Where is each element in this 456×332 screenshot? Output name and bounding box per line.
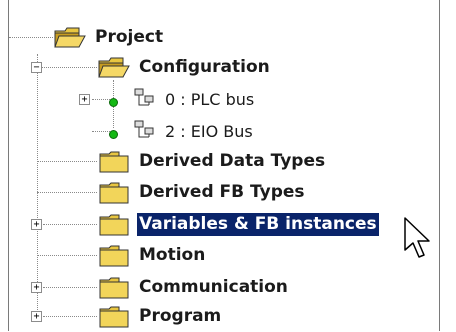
- tree-item-label: Derived FB Types: [139, 182, 305, 202]
- open-folder-icon: [98, 57, 130, 78]
- tree-item-communication[interactable]: + Communication: [9, 272, 439, 303]
- expand-toggle[interactable]: +: [79, 94, 90, 105]
- tree-item-derived-fb-types[interactable]: Derived FB Types: [9, 177, 439, 208]
- mouse-pointer-icon: [404, 217, 430, 258]
- status-dot-icon: [109, 130, 118, 139]
- tree-item-plc-bus[interactable]: + 0 : PLC bus: [9, 84, 439, 115]
- tree-item-label: Motion: [139, 245, 206, 265]
- tree-item-project[interactable]: Project: [9, 22, 439, 53]
- tree-item-label: 0 : PLC bus: [165, 90, 255, 109]
- tree-connector: [43, 316, 97, 317]
- network-node-icon: [134, 88, 154, 106]
- project-browser-tree: Project − Configuration + 0 : PLC bus 2 …: [8, 0, 440, 331]
- folder-icon: [99, 277, 129, 299]
- folder-icon: [99, 214, 129, 236]
- tree-item-derived-data-types[interactable]: Derived Data Types: [9, 146, 439, 177]
- open-folder-icon: [54, 27, 86, 48]
- folder-icon: [99, 151, 129, 173]
- folder-icon: [99, 306, 129, 328]
- folder-icon: [99, 245, 129, 267]
- tree-item-label: Communication: [139, 277, 288, 297]
- tree-connector: [43, 224, 97, 225]
- network-node-icon: [134, 120, 154, 138]
- folder-icon: [99, 182, 129, 204]
- status-dot-icon: [109, 98, 118, 107]
- tree-connector: [37, 161, 97, 162]
- tree-connector: [43, 287, 97, 288]
- tree-item-label: 2 : EIO Bus: [165, 122, 253, 141]
- tree-item-label: Program: [139, 306, 222, 326]
- expand-toggle[interactable]: +: [31, 219, 42, 230]
- tree-item-program[interactable]: + Program: [9, 301, 439, 332]
- tree-item-label: Variables & FB instances: [137, 213, 379, 236]
- tree-item-label: Derived Data Types: [139, 151, 326, 171]
- collapse-toggle[interactable]: −: [31, 62, 42, 73]
- tree-item-configuration[interactable]: − Configuration: [9, 52, 439, 83]
- tree-item-label: Project: [95, 27, 164, 47]
- expand-toggle[interactable]: +: [31, 311, 42, 322]
- tree-item-variables-fb-instances[interactable]: + Variables & FB instances: [9, 209, 439, 240]
- expand-toggle[interactable]: +: [31, 282, 42, 293]
- tree-connector: [37, 255, 97, 256]
- tree-item-eio-bus[interactable]: 2 : EIO Bus: [9, 116, 439, 147]
- tree-connector: [37, 192, 97, 193]
- tree-item-motion[interactable]: Motion: [9, 240, 439, 271]
- tree-item-label: Configuration: [139, 57, 270, 77]
